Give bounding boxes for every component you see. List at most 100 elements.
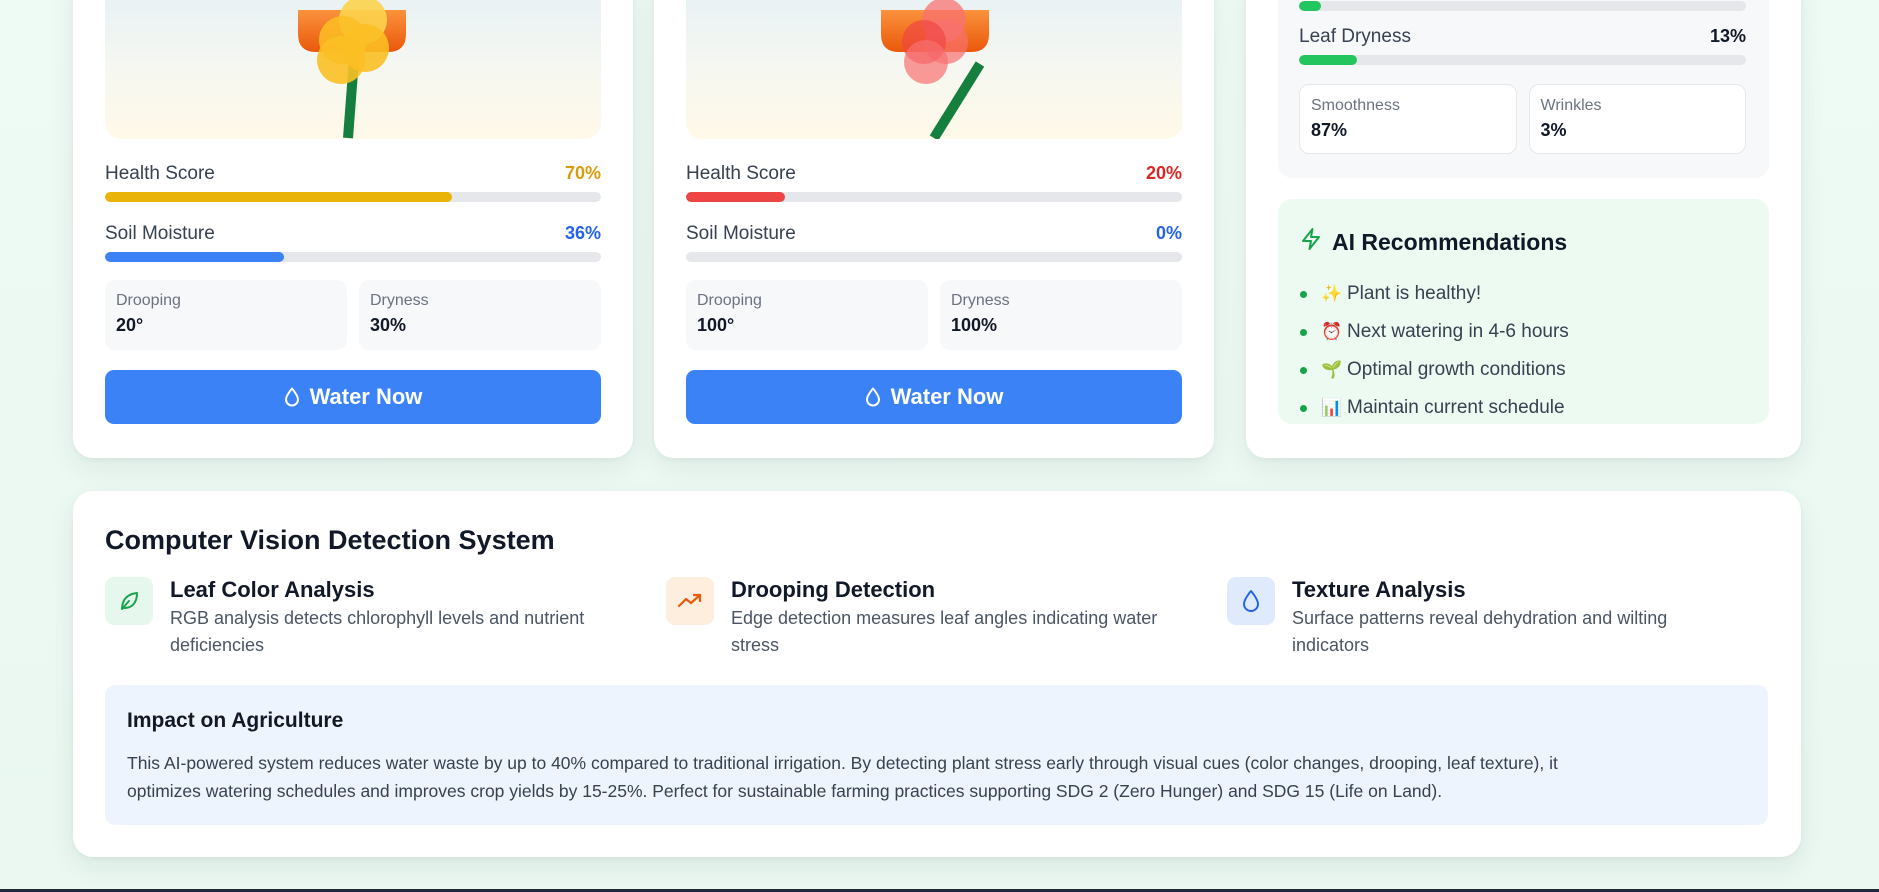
recommendation-text: Optimal growth conditions: [1347, 359, 1566, 380]
water-now-button[interactable]: Water Now: [686, 370, 1182, 424]
cv-detection-card: Computer Vision Detection System Leaf Co…: [73, 491, 1801, 857]
impact-title: Impact on Agriculture: [127, 709, 344, 732]
feature-description-line: Edge detection measures leaf angles indi…: [731, 608, 1158, 628]
leaf-dryness-bar-fill: [1299, 55, 1358, 65]
feature-drooping: Drooping Detection Edge detection measur…: [666, 577, 1166, 659]
feature-description-line: stress: [731, 635, 780, 655]
drooping-stat: Drooping 20°: [105, 280, 347, 350]
feature-title: Leaf Color Analysis: [170, 577, 375, 602]
flower-pot-graphic: [298, 0, 406, 139]
sparkles-icon: ✨: [1321, 284, 1343, 303]
bar-chart-icon: 📊: [1321, 398, 1343, 417]
recommendation-list: ✨ Plant is healthy! ⏰ Next watering in 4-6…: [1300, 275, 1569, 427]
plant-card-1: Health Score 70% Soil Moisture 36% Droop…: [73, 0, 633, 458]
soil-moisture-value: 0%: [1155, 223, 1182, 243]
dashboard-page: Health Score 70% Soil Moisture 36% Droop…: [0, 0, 1879, 892]
feature-texture: Texture Analysis Surface patterns reveal…: [1227, 577, 1727, 659]
water-now-label: Water Now: [309, 384, 423, 409]
soil-moisture-label: Soil Moisture: [686, 223, 796, 244]
list-item: ⏰ Next watering in 4-6 hours: [1300, 313, 1569, 351]
impact-description: This AI-powered system reduces water was…: [127, 749, 1746, 805]
dryness-label: Dryness: [951, 292, 1010, 309]
soil-moisture-label: Soil Moisture: [105, 223, 215, 244]
feature-description-line: Surface patterns reveal dehydration and …: [1292, 608, 1668, 628]
health-score-label: Health Score: [686, 163, 796, 184]
texture-panel: Leaf Dryness 13% Smoothness 87% Wrinkles…: [1278, 0, 1769, 178]
leaf-dryness-label: Leaf Dryness: [1299, 26, 1411, 47]
top-metric-bar-fill: [1299, 1, 1322, 11]
leaf-dryness-bar: [1299, 55, 1746, 65]
leaf-dryness-metric: Leaf Dryness 13%: [1299, 26, 1746, 65]
impact-description-line: This AI-powered system reduces water was…: [127, 753, 1558, 773]
soil-moisture-bar: [686, 252, 1182, 262]
ai-recommendations-title: AI Recommendations: [1332, 228, 1568, 255]
impact-panel: Impact on Agriculture This AI-powered sy…: [105, 685, 1768, 825]
alarm-clock-icon: ⏰: [1321, 322, 1343, 341]
bullet-dot: [1300, 328, 1307, 336]
list-item: ✨ Plant is healthy!: [1300, 275, 1569, 313]
dryness-stat: Dryness 30%: [359, 280, 601, 350]
leaf-icon: [105, 577, 153, 625]
bullet-dot: [1300, 366, 1307, 374]
drooping-label: Drooping: [697, 292, 762, 309]
ai-recommendations-header: AI Recommendations: [1300, 227, 1567, 257]
water-now-button[interactable]: Water Now: [105, 370, 601, 424]
soil-moisture-value: 36%: [564, 223, 601, 243]
seedling-icon: 🌱: [1321, 360, 1343, 379]
smoothness-stat: Smoothness 87%: [1299, 84, 1517, 154]
feature-description-line: RGB analysis detects chlorophyll levels …: [170, 608, 585, 628]
health-score-bar-fill: [105, 192, 453, 202]
feature-description-line: deficiencies: [170, 635, 265, 655]
ai-recommendations-panel: AI Recommendations ✨ Plant is healthy! ⏰ N…: [1278, 199, 1769, 424]
plant-illustration-healthy: [105, 0, 601, 139]
flower-pot-graphic: [881, 0, 989, 139]
bullet-dot: [1300, 290, 1307, 298]
droplet-icon: [865, 387, 881, 407]
plant-stats: Drooping 100° Dryness 100%: [686, 280, 1182, 350]
water-now-label: Water Now: [890, 384, 1004, 409]
trending-up-icon: [666, 577, 714, 625]
feature-title: Drooping Detection: [731, 577, 936, 602]
plant-illustration-stressed: [686, 0, 1182, 139]
health-score-metric: Health Score 20%: [686, 163, 1182, 202]
drooping-value: 100°: [697, 315, 735, 335]
soil-moisture-metric: Soil Moisture 0%: [686, 223, 1182, 262]
drooping-stat: Drooping 100°: [686, 280, 928, 350]
dryness-value: 30%: [370, 315, 407, 335]
plant-card-2: Health Score 20% Soil Moisture 0% Droopi…: [654, 0, 1214, 458]
smoothness-label: Smoothness: [1311, 97, 1400, 114]
drooping-value: 20°: [116, 315, 144, 335]
recommendation-text: Maintain current schedule: [1347, 397, 1565, 418]
drooping-label: Drooping: [116, 292, 181, 309]
list-item: 🌱 Optimal growth conditions: [1300, 351, 1569, 389]
dryness-value: 100%: [951, 315, 998, 335]
feature-title: Texture Analysis: [1292, 577, 1466, 602]
feature-leaf-color: Leaf Color Analysis RGB analysis detects…: [105, 577, 605, 659]
analysis-side-card: Leaf Dryness 13% Smoothness 87% Wrinkles…: [1246, 0, 1801, 458]
health-score-value: 70%: [564, 163, 601, 183]
top-metric: [1299, 0, 1746, 11]
soil-moisture-bar: [105, 252, 601, 262]
smoothness-value: 87%: [1311, 120, 1348, 140]
wrinkles-stat: Wrinkles 3%: [1528, 84, 1746, 154]
feature-description: Edge detection measures leaf angles indi…: [731, 605, 1157, 659]
health-score-metric: Health Score 70%: [105, 163, 601, 202]
soil-moisture-bar-fill: [105, 252, 284, 262]
bullet-dot: [1300, 404, 1307, 412]
dryness-stat: Dryness 100%: [940, 280, 1182, 350]
feature-description: RGB analysis detects chlorophyll levels …: [170, 605, 584, 659]
texture-stats: Smoothness 87% Wrinkles 3%: [1299, 84, 1746, 154]
health-score-value: 20%: [1145, 163, 1182, 183]
leaf-dryness-value: 13%: [1709, 26, 1746, 46]
soil-moisture-metric: Soil Moisture 36%: [105, 223, 601, 262]
plant-stats: Drooping 20° Dryness 30%: [105, 280, 601, 350]
top-metric-bar: [1299, 1, 1746, 11]
recommendation-text: Next watering in 4-6 hours: [1347, 321, 1569, 342]
feature-description-line: indicators: [1292, 635, 1370, 655]
health-score-bar-fill: [686, 192, 786, 202]
health-score-bar: [686, 192, 1182, 202]
droplet-icon: [1227, 577, 1275, 625]
list-item: 📊 Maintain current schedule: [1300, 389, 1569, 427]
recommendation-text: Plant is healthy!: [1347, 283, 1482, 304]
droplet-icon: [284, 387, 300, 407]
